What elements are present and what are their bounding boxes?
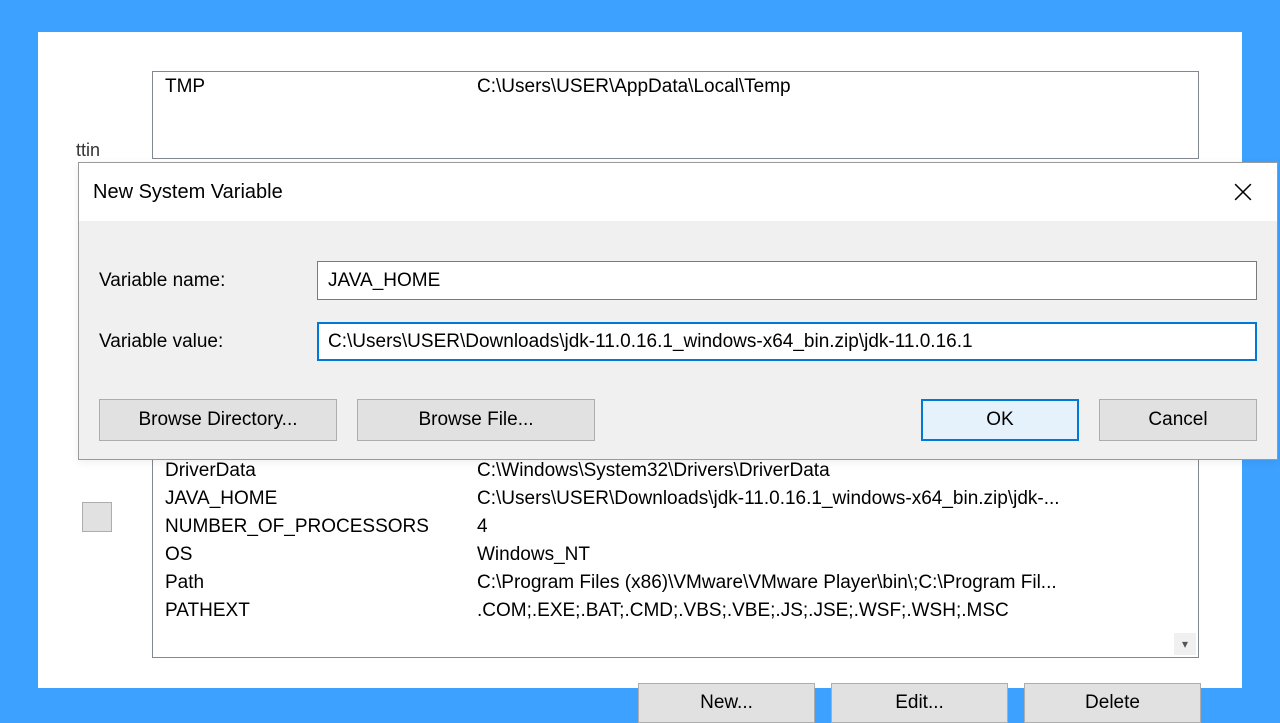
variable-name-cell: Path [165,572,477,594]
variable-value-cell: C:\Users\USER\Downloads\jdk-11.0.16.1_wi… [477,488,1188,510]
variable-name-row: Variable name: [99,261,1257,300]
table-row[interactable]: JAVA_HOME C:\Users\USER\Downloads\jdk-11… [153,485,1198,513]
new-system-variable-dialog: New System Variable Variable name: Varia… [78,162,1278,460]
variable-value-cell: C:\Windows\System32\Drivers\DriverData [477,460,1188,482]
table-row[interactable]: DriverData C:\Windows\System32\Drivers\D… [153,457,1198,485]
table-row[interactable]: PATHEXT .COM;.EXE;.BAT;.CMD;.VBS;.VBE;.J… [153,597,1198,625]
parent-window-fragment: ttin TMP C:\Users\USER\AppData\Local\Tem… [38,32,1242,688]
edit-button[interactable]: Edit... [831,683,1008,723]
ok-button[interactable]: OK [921,399,1079,441]
cancel-button[interactable]: Cancel [1099,399,1257,441]
table-row[interactable]: Path C:\Program Files (x86)\VMware\VMwar… [153,569,1198,597]
browse-directory-button[interactable]: Browse Directory... [99,399,337,441]
dialog-body: Variable name: Variable value: Browse Di… [79,221,1277,459]
close-icon [1234,183,1252,201]
user-variables-table[interactable]: TMP C:\Users\USER\AppData\Local\Temp [152,71,1199,159]
dialog-title: New System Variable [93,181,283,204]
variable-value-cell: .COM;.EXE;.BAT;.CMD;.VBS;.VBE;.JS;.JSE;.… [477,600,1188,622]
scroll-down-button[interactable]: ▾ [1174,633,1196,655]
variable-value-cell: C:\Program Files (x86)\VMware\VMware Pla… [477,572,1188,594]
close-button[interactable] [1223,172,1263,212]
variable-value-cell: 4 [477,516,1188,538]
table-row[interactable]: NUMBER_OF_PROCESSORS 4 [153,513,1198,541]
variable-value-label: Variable value: [99,331,317,353]
variable-name-cell: PATHEXT [165,600,477,622]
variable-name-cell: OS [165,544,477,566]
system-variables-table[interactable]: DriverData C:\Windows\System32\Drivers\D… [152,460,1199,658]
variable-name-cell: DriverData [165,460,477,482]
variable-name-cell: JAVA_HOME [165,488,477,510]
system-variables-button-row: New... Edit... Delete [638,683,1201,723]
table-row[interactable]: OS Windows_NT [153,541,1198,569]
dialog-button-row: Browse Directory... Browse File... OK Ca… [99,399,1257,441]
variable-name-cell: NUMBER_OF_PROCESSORS [165,516,477,538]
variable-value-cell: C:\Users\USER\AppData\Local\Temp [477,76,791,98]
variable-value-row: Variable value: [99,322,1257,361]
variable-value-cell: Windows_NT [477,544,1188,566]
chevron-down-icon: ▾ [1182,637,1188,651]
variable-name-cell: TMP [165,76,477,98]
table-row[interactable]: TMP C:\Users\USER\AppData\Local\Temp [153,72,1198,104]
background-button-fragment [82,502,112,532]
browse-file-button[interactable]: Browse File... [357,399,595,441]
variable-name-label: Variable name: [99,270,317,292]
variable-name-input[interactable] [317,261,1257,300]
variable-value-input[interactable] [317,322,1257,361]
dialog-titlebar[interactable]: New System Variable [79,163,1277,221]
delete-button[interactable]: Delete [1024,683,1201,723]
new-button[interactable]: New... [638,683,815,723]
